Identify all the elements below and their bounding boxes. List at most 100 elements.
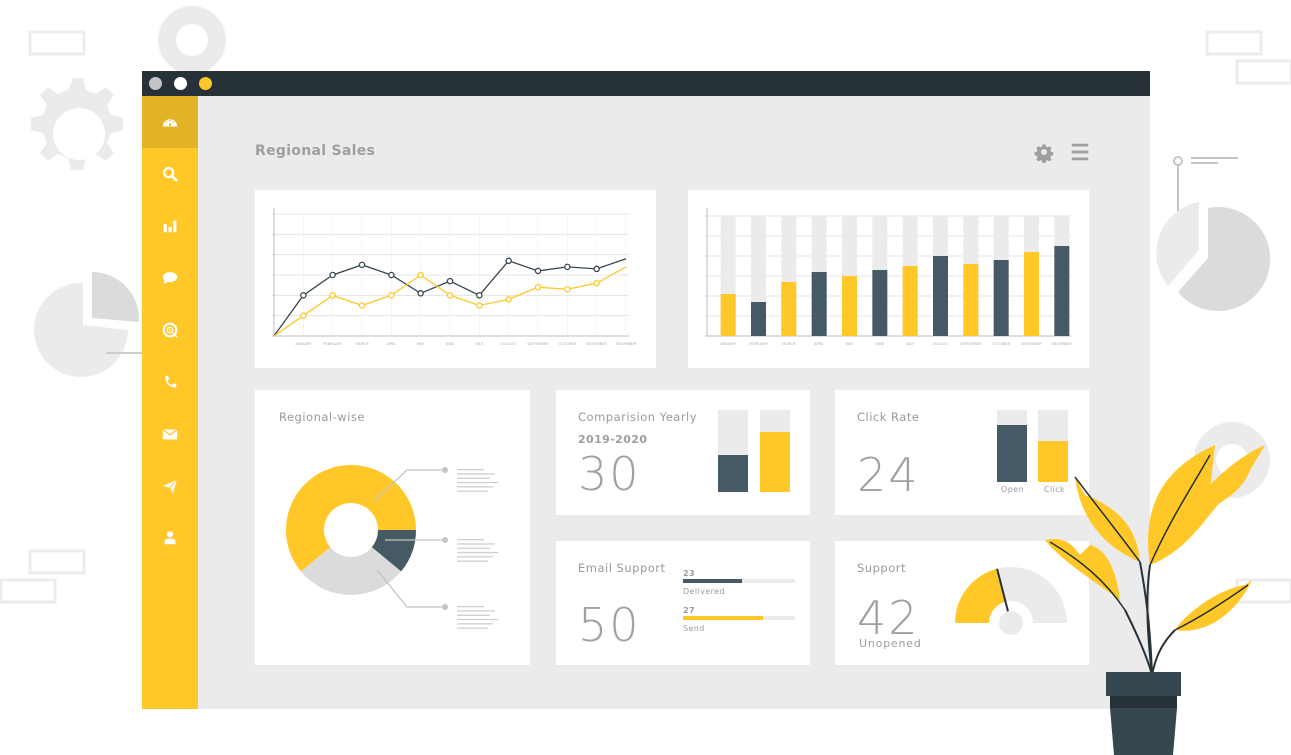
email-support-card: Email Support 50 23 Delivered 27 Send bbox=[556, 541, 810, 665]
x-tick-label: FEBRUARY bbox=[749, 342, 769, 346]
sidebar-item-mail[interactable] bbox=[142, 408, 198, 460]
bar bbox=[811, 272, 827, 336]
legend-text-placeholder bbox=[457, 627, 488, 629]
sidebar-item-targets[interactable] bbox=[142, 304, 198, 356]
legend-text-placeholder bbox=[457, 547, 490, 549]
year-range: 2019-2020 bbox=[578, 433, 648, 446]
pot-illustration bbox=[1106, 672, 1181, 755]
menu-icon[interactable] bbox=[1069, 141, 1091, 163]
legend-text-placeholder bbox=[457, 481, 498, 484]
sidebar-item-messages[interactable] bbox=[142, 252, 198, 304]
x-tick-label: SEPTEMBER bbox=[960, 342, 982, 346]
legend-text-placeholder bbox=[457, 473, 495, 475]
x-tick-label: MAY bbox=[846, 342, 854, 346]
data-point bbox=[300, 312, 307, 319]
bar bbox=[1054, 246, 1070, 336]
delivered-progress bbox=[683, 579, 795, 583]
x-tick-label: JANUARY bbox=[294, 342, 311, 346]
bar bbox=[872, 270, 888, 336]
callout-dot bbox=[442, 467, 448, 473]
bar bbox=[842, 276, 857, 336]
x-tick-label: APRIL bbox=[814, 342, 824, 346]
x-tick-label: FEBRUARY bbox=[323, 342, 343, 346]
donut-chart bbox=[286, 465, 498, 629]
data-point bbox=[358, 302, 366, 309]
data-point bbox=[388, 292, 395, 299]
x-tick-label: DECEMBER bbox=[1052, 342, 1073, 346]
data-point bbox=[534, 267, 542, 275]
click-rate-value: 24 bbox=[857, 448, 920, 502]
send-label: Send bbox=[683, 624, 705, 633]
data-point bbox=[329, 271, 336, 279]
legend-text-placeholder bbox=[457, 551, 498, 554]
window-maximize-button[interactable] bbox=[199, 77, 212, 90]
pie-illustration bbox=[1156, 156, 1271, 311]
legend-text-placeholder bbox=[457, 614, 490, 616]
phone-icon bbox=[165, 375, 177, 388]
line-chart: JANUARY FEBRUARY MARCH APRIL MAY JUNE JULY AUGU… bbox=[272, 208, 637, 346]
bar bbox=[781, 282, 797, 336]
legend-text-placeholder bbox=[457, 490, 488, 492]
comparison-value: 30 bbox=[578, 447, 641, 501]
email-support-value: 50 bbox=[578, 598, 641, 652]
sidebar-item-send[interactable] bbox=[142, 460, 198, 512]
chat-bubble-icon bbox=[162, 272, 178, 285]
legend-text-placeholder bbox=[457, 610, 495, 612]
open-bar bbox=[997, 410, 1027, 482]
window-close-button[interactable] bbox=[149, 77, 162, 90]
x-tick-label: APRIL bbox=[386, 342, 396, 346]
gauge-hub bbox=[999, 611, 1023, 635]
gear-icon[interactable] bbox=[1033, 141, 1055, 163]
callout-dot bbox=[442, 537, 448, 543]
sidebar bbox=[142, 96, 198, 709]
comparison-yearly-card: Comparision Yearly 2019-2020 30 bbox=[556, 390, 810, 515]
sidebar-item-profile[interactable] bbox=[142, 512, 198, 564]
legend-text-placeholder bbox=[457, 556, 493, 558]
bar bbox=[751, 302, 766, 336]
x-tick-label: JULY bbox=[905, 342, 914, 346]
progress-fill bbox=[683, 579, 743, 583]
mail-icon bbox=[162, 428, 178, 440]
bar-chart-card: JANUARY FEBRUARY MARCH APRIL MAY JUNE JULY AUGU… bbox=[688, 190, 1089, 368]
legend-text-placeholder bbox=[457, 560, 488, 562]
legend-text-placeholder bbox=[457, 469, 484, 471]
data-point bbox=[505, 296, 512, 303]
bar-fill bbox=[997, 425, 1027, 482]
search-icon bbox=[162, 166, 178, 182]
target-icon bbox=[162, 322, 178, 338]
x-tick-label: NOVEMBER bbox=[586, 342, 607, 346]
card-title: Comparision Yearly bbox=[578, 410, 698, 424]
leaf-illustration bbox=[1045, 445, 1265, 631]
line-chart-card: JANUARY FEBRUARY MARCH APRIL MAY JUNE JULY AUGU… bbox=[255, 190, 656, 368]
data-point bbox=[446, 277, 454, 285]
user-icon bbox=[164, 531, 176, 545]
x-tick-label: MARCH bbox=[782, 342, 795, 346]
x-tick-label: AUGUST bbox=[933, 342, 949, 346]
x-tick-label: MAY bbox=[417, 342, 425, 346]
legend-text-placeholder bbox=[457, 477, 490, 479]
window-minimize-button[interactable] bbox=[174, 77, 187, 90]
x-tick-label: NOVEMBER bbox=[1021, 342, 1042, 346]
data-point bbox=[476, 302, 483, 309]
sidebar-item-analytics[interactable] bbox=[142, 200, 198, 252]
data-point bbox=[476, 292, 483, 299]
x-tick-label: OCTOBER bbox=[992, 342, 1010, 346]
legend-text-placeholder bbox=[457, 539, 484, 541]
x-tick-label: JUNE bbox=[445, 342, 455, 346]
data-point bbox=[593, 279, 600, 287]
legend-text-placeholder bbox=[457, 618, 498, 621]
x-tick-label: SEPTEMBER bbox=[527, 342, 549, 346]
legend-text-placeholder bbox=[457, 543, 495, 545]
sidebar-item-search[interactable] bbox=[142, 148, 198, 200]
open-label: Open bbox=[1001, 485, 1024, 494]
comparison-bar-2019 bbox=[718, 410, 748, 492]
sidebar-item-dashboard[interactable] bbox=[142, 96, 198, 148]
delivered-count: 23 bbox=[683, 569, 695, 578]
sidebar-item-calls[interactable] bbox=[142, 356, 198, 408]
bar-fill bbox=[718, 455, 748, 492]
bar bbox=[933, 256, 948, 336]
bar-chart: JANUARY FEBRUARY MARCH APRIL MAY JUNE JULY AUGU… bbox=[705, 208, 1073, 346]
x-tick-label: OCTOBER bbox=[559, 342, 577, 346]
bar bbox=[902, 266, 918, 336]
dashboard-gauge-icon bbox=[162, 119, 178, 127]
